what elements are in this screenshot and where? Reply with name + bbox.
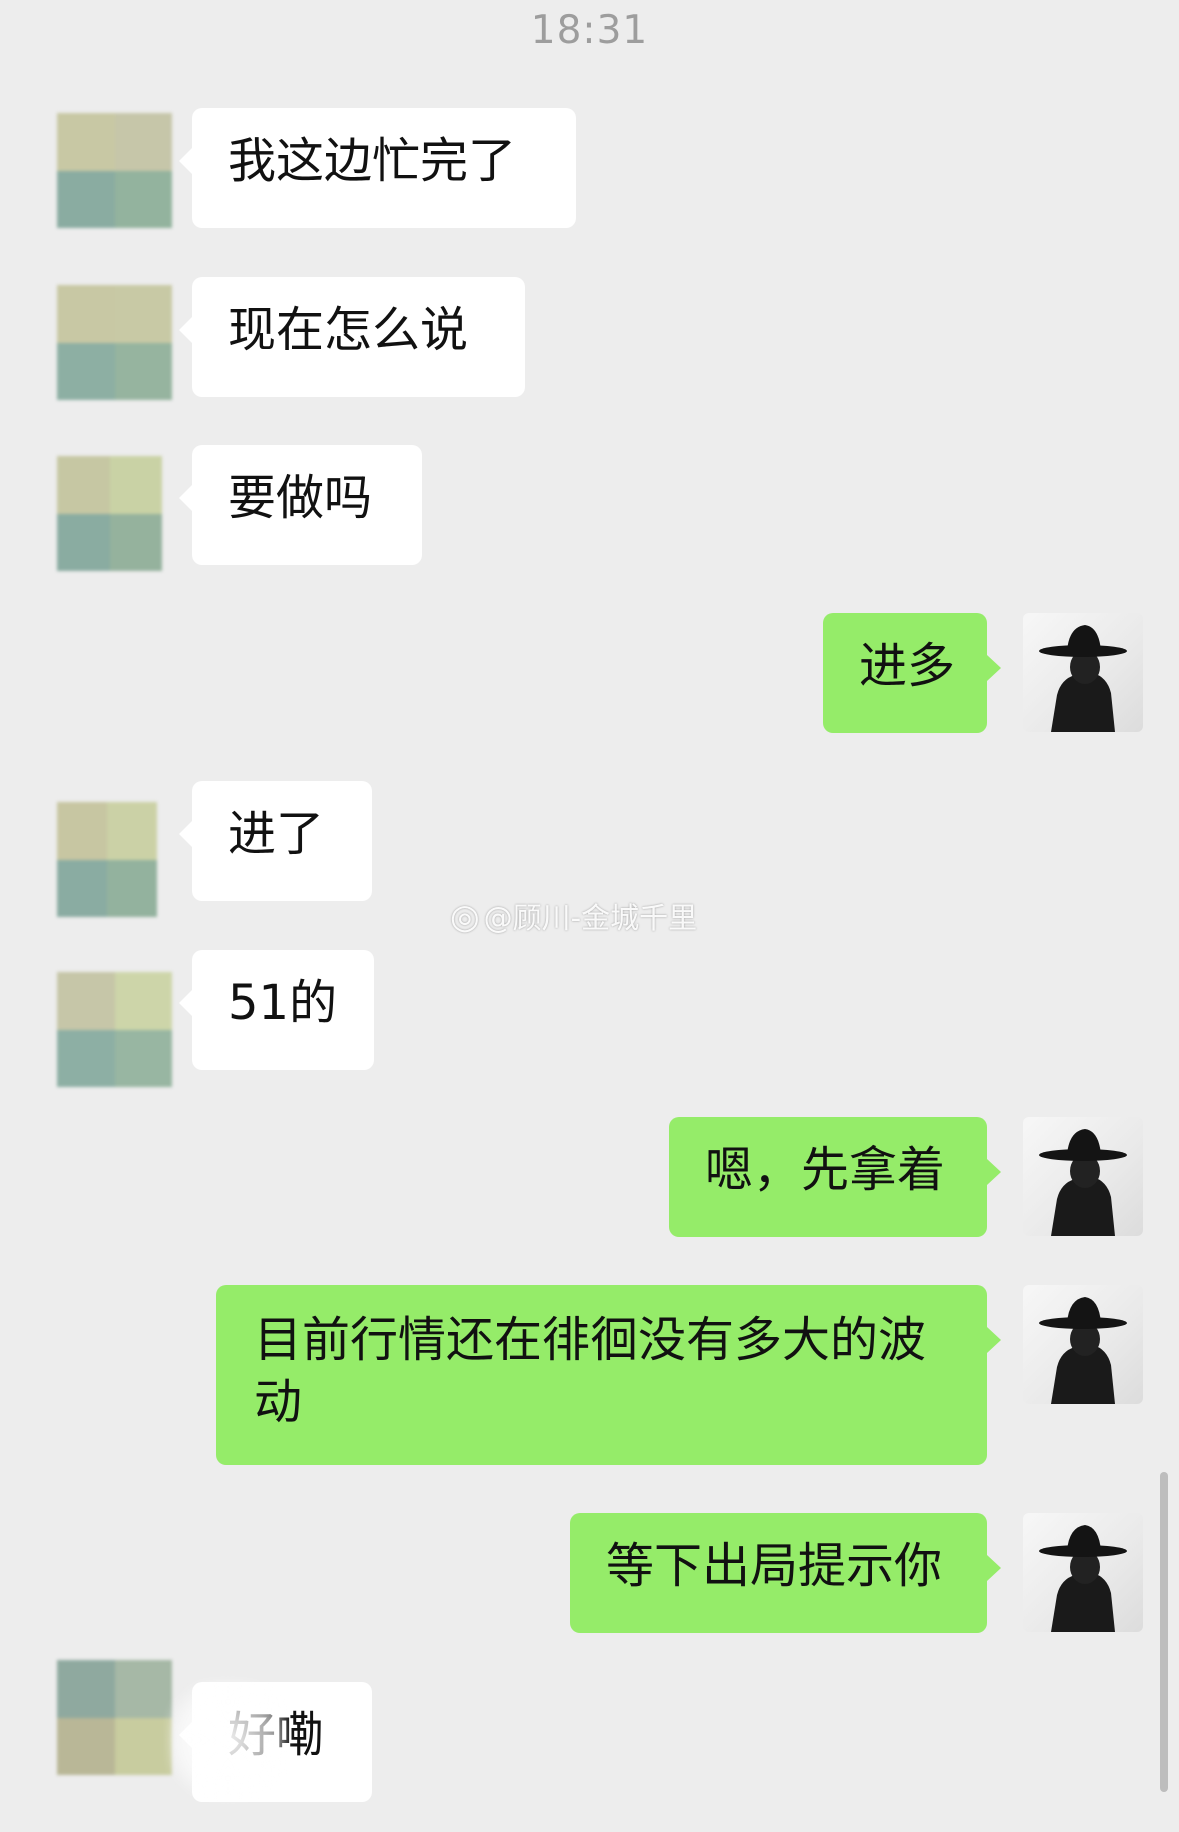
user-avatar[interactable] bbox=[1023, 613, 1143, 732]
contact-avatar[interactable] bbox=[57, 113, 172, 228]
message-bubble-incoming[interactable]: 进了 bbox=[179, 781, 372, 901]
contact-avatar[interactable] bbox=[57, 1660, 172, 1775]
hat-figure-icon bbox=[1039, 1129, 1127, 1236]
message-bubble-incoming[interactable]: 现在怎么说 bbox=[179, 277, 525, 397]
hat-figure-icon bbox=[1039, 1297, 1127, 1404]
blur-smudge bbox=[168, 1680, 288, 1800]
scrollbar[interactable] bbox=[1160, 1472, 1168, 1792]
message-bubble-outgoing[interactable]: 嗯，先拿着 bbox=[669, 1117, 1001, 1237]
status-time: 18:31 bbox=[530, 8, 649, 53]
message-bubble-incoming[interactable]: 51的 bbox=[179, 950, 374, 1070]
hat-figure-icon bbox=[1039, 625, 1127, 732]
user-avatar[interactable] bbox=[1023, 1513, 1143, 1632]
hat-figure-icon bbox=[1039, 1525, 1127, 1632]
message-bubble-incoming[interactable]: 我这边忙完了 bbox=[179, 108, 576, 228]
contact-avatar[interactable] bbox=[57, 972, 172, 1087]
watermark-text: @顾川-金城千里 bbox=[483, 901, 698, 935]
contact-avatar[interactable] bbox=[57, 802, 157, 917]
message-bubble-outgoing[interactable]: 目前行情还在徘徊没有多大的波动 bbox=[216, 1285, 1001, 1465]
message-bubble-outgoing[interactable]: 进多 bbox=[823, 613, 1001, 733]
contact-avatar[interactable] bbox=[57, 456, 162, 571]
user-avatar[interactable] bbox=[1023, 1117, 1143, 1236]
message-bubble-incoming[interactable]: 要做吗 bbox=[179, 445, 422, 565]
contact-avatar[interactable] bbox=[57, 285, 172, 400]
user-avatar[interactable] bbox=[1023, 1285, 1143, 1404]
weibo-icon: ◎ bbox=[450, 897, 480, 937]
weibo-watermark: ◎ @顾川-金城千里 bbox=[450, 895, 697, 937]
message-bubble-outgoing[interactable]: 等下出局提示你 bbox=[570, 1513, 1001, 1633]
